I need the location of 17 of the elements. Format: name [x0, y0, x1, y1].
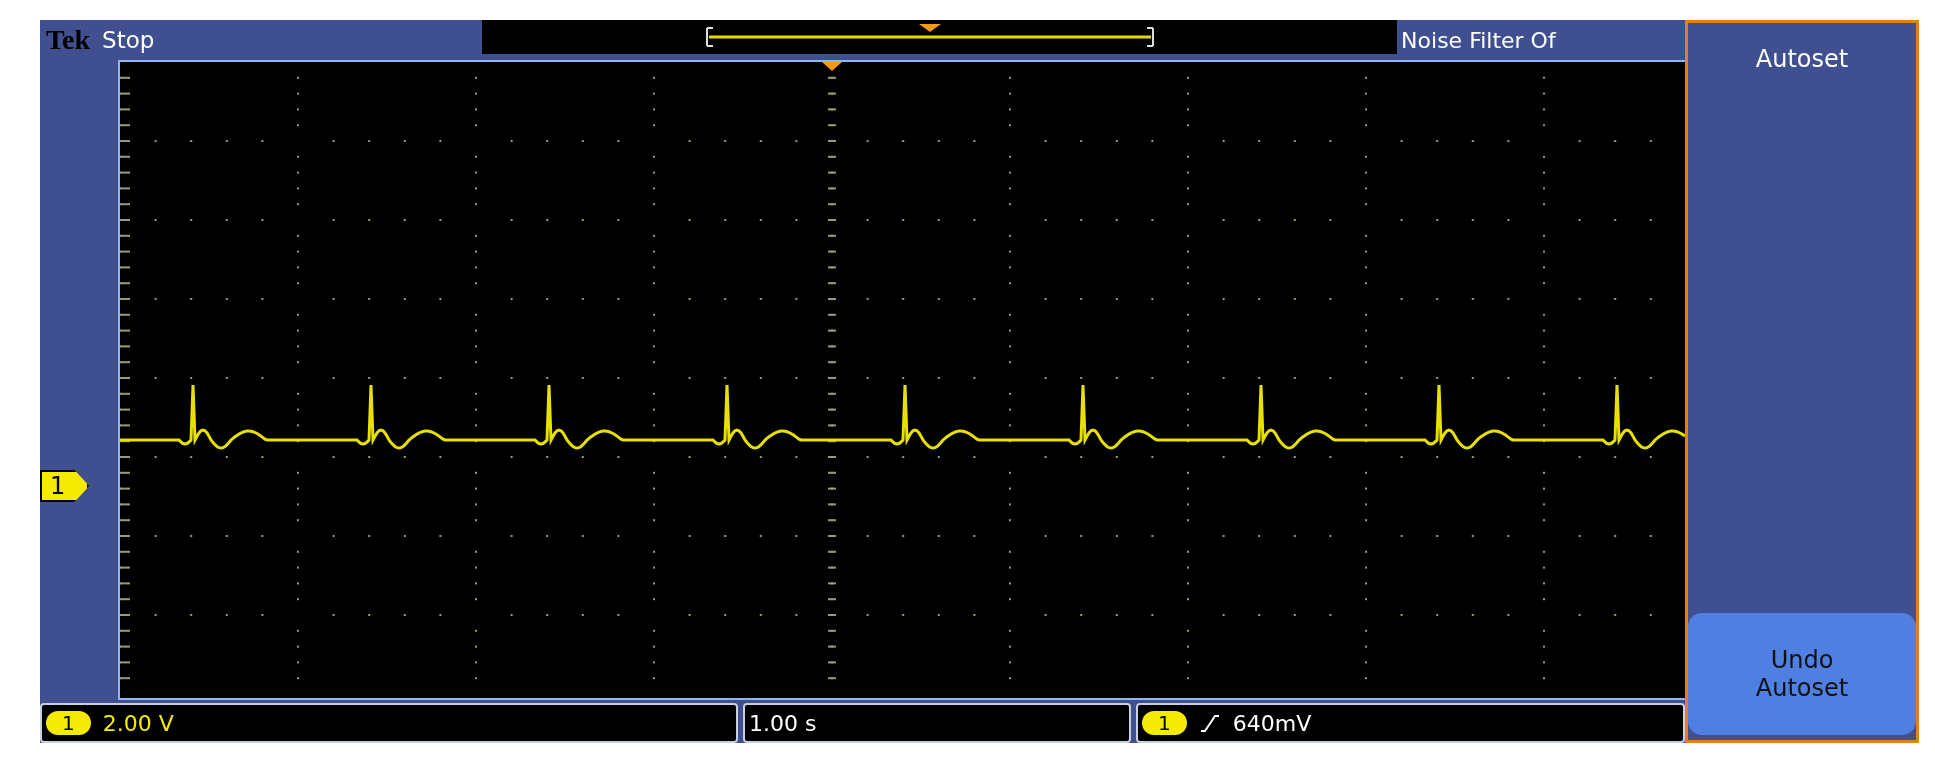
channel-marker[interactable]: 1 [40, 470, 90, 502]
acquisition-status: Stop [102, 27, 156, 53]
trigger-level: 640mV [1232, 710, 1312, 736]
noise-filter-label: Noise Filter Of [1401, 27, 1556, 53]
brand-logo-text: Tek [46, 24, 91, 56]
channel-badge: 1 [46, 711, 91, 735]
vertical-scale: 2.00 V [102, 710, 174, 736]
undo-autoset-button[interactable]: Undo Autoset [1688, 613, 1916, 735]
vertical-readout[interactable]: 1 2.00 V [40, 703, 738, 743]
horizontal-scale: 1.00 s [749, 710, 817, 736]
rising-edge-icon [1198, 713, 1221, 733]
menu-title: Autoset [1755, 45, 1849, 73]
record-view-window-icon [704, 24, 1155, 50]
trigger-position-icon [822, 62, 842, 71]
channel-badge: 1 [1142, 711, 1187, 735]
trigger-readout[interactable]: 1 640mV [1136, 703, 1685, 743]
horizontal-readout[interactable]: 1.00 s [743, 703, 1131, 743]
